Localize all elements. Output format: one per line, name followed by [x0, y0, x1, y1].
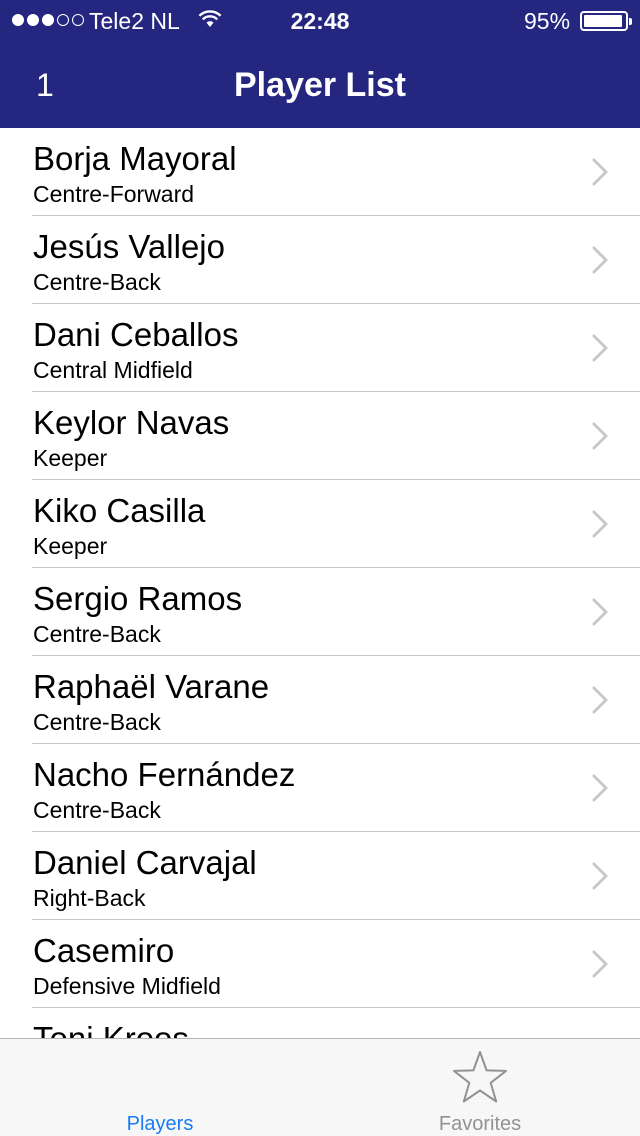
player-row[interactable]: Borja Mayoral Centre-Forward: [0, 128, 640, 216]
battery-percent: 95%: [524, 8, 571, 34]
player-position: Centre-Forward: [33, 181, 195, 207]
player-name: Daniel Carvajal: [33, 844, 257, 881]
tab-players[interactable]: Players: [0, 1039, 320, 1136]
player-name: Keylor Navas: [33, 404, 230, 441]
player-row[interactable]: Keylor Navas Keeper: [0, 392, 640, 480]
battery-icon: [580, 11, 632, 31]
player-name: Dani Ceballos: [33, 316, 239, 353]
chevron-right-icon: [592, 510, 608, 538]
player-row[interactable]: Daniel Carvajal Right-Back: [0, 832, 640, 920]
player-row[interactable]: Kiko Casilla Keeper: [0, 480, 640, 568]
player-name: Toni Kroos: [33, 1020, 189, 1038]
screen: Tele2 NL 22:48 95% 1 Player List Borja M…: [0, 0, 640, 1136]
chevron-right-icon: [592, 246, 608, 274]
player-position: Centre-Back: [33, 621, 161, 647]
player-position: Defensive Midfield: [33, 973, 221, 999]
chevron-right-icon: [592, 334, 608, 362]
chevron-right-icon: [592, 774, 608, 802]
player-position: Right-Back: [33, 885, 146, 911]
player-name: Raphaël Varane: [33, 668, 270, 705]
player-row[interactable]: Nacho Fernández Centre-Back: [0, 744, 640, 832]
page-title: Player List: [234, 66, 406, 104]
header: Tele2 NL 22:48 95% 1 Player List: [0, 0, 640, 128]
player-row[interactable]: Toni Kroos: [0, 1008, 640, 1038]
tab-favorites[interactable]: Favorites: [320, 1039, 640, 1136]
player-name: Casemiro: [33, 932, 175, 969]
chevron-right-icon: [592, 422, 608, 450]
player-position: Centre-Back: [33, 709, 161, 735]
player-position: Central Midfield: [33, 357, 193, 383]
player-position: Keeper: [33, 445, 108, 471]
player-list[interactable]: Borja Mayoral Centre-Forward Jesús Vallejo…: [0, 128, 640, 1038]
player-name: Borja Mayoral: [33, 140, 237, 177]
player-row[interactable]: Sergio Ramos Centre-Back: [0, 568, 640, 656]
player-row[interactable]: Casemiro Defensive Midfield: [0, 920, 640, 1008]
tab-favorites-label: Favorites: [438, 1113, 522, 1135]
chevron-right-icon: [592, 686, 608, 714]
player-name: Sergio Ramos: [33, 580, 243, 617]
player-position: Centre-Back: [33, 269, 161, 295]
chevron-right-icon: [592, 862, 608, 890]
player-name: Kiko Casilla: [33, 492, 206, 529]
chevron-right-icon: [592, 950, 608, 978]
player-row[interactable]: Jesús Vallejo Centre-Back: [0, 216, 640, 304]
player-name: Nacho Fernández: [33, 756, 296, 793]
player-position: Keeper: [33, 533, 108, 559]
tab-players-label: Players: [126, 1113, 194, 1135]
tab-bar: Players Favorites: [0, 1038, 640, 1136]
player-row[interactable]: Raphaël Varane Centre-Back: [0, 656, 640, 744]
player-row[interactable]: Dani Ceballos Central Midfield: [0, 304, 640, 392]
chevron-right-icon: [592, 158, 608, 186]
player-name: Jesús Vallejo: [33, 228, 225, 265]
status-bar: Tele2 NL 22:48 95%: [0, 0, 640, 40]
navigation-bar: 1 Player List: [0, 40, 640, 128]
player-position: Centre-Back: [33, 797, 161, 823]
star-icon: [453, 1051, 507, 1103]
chevron-right-icon: [592, 598, 608, 626]
